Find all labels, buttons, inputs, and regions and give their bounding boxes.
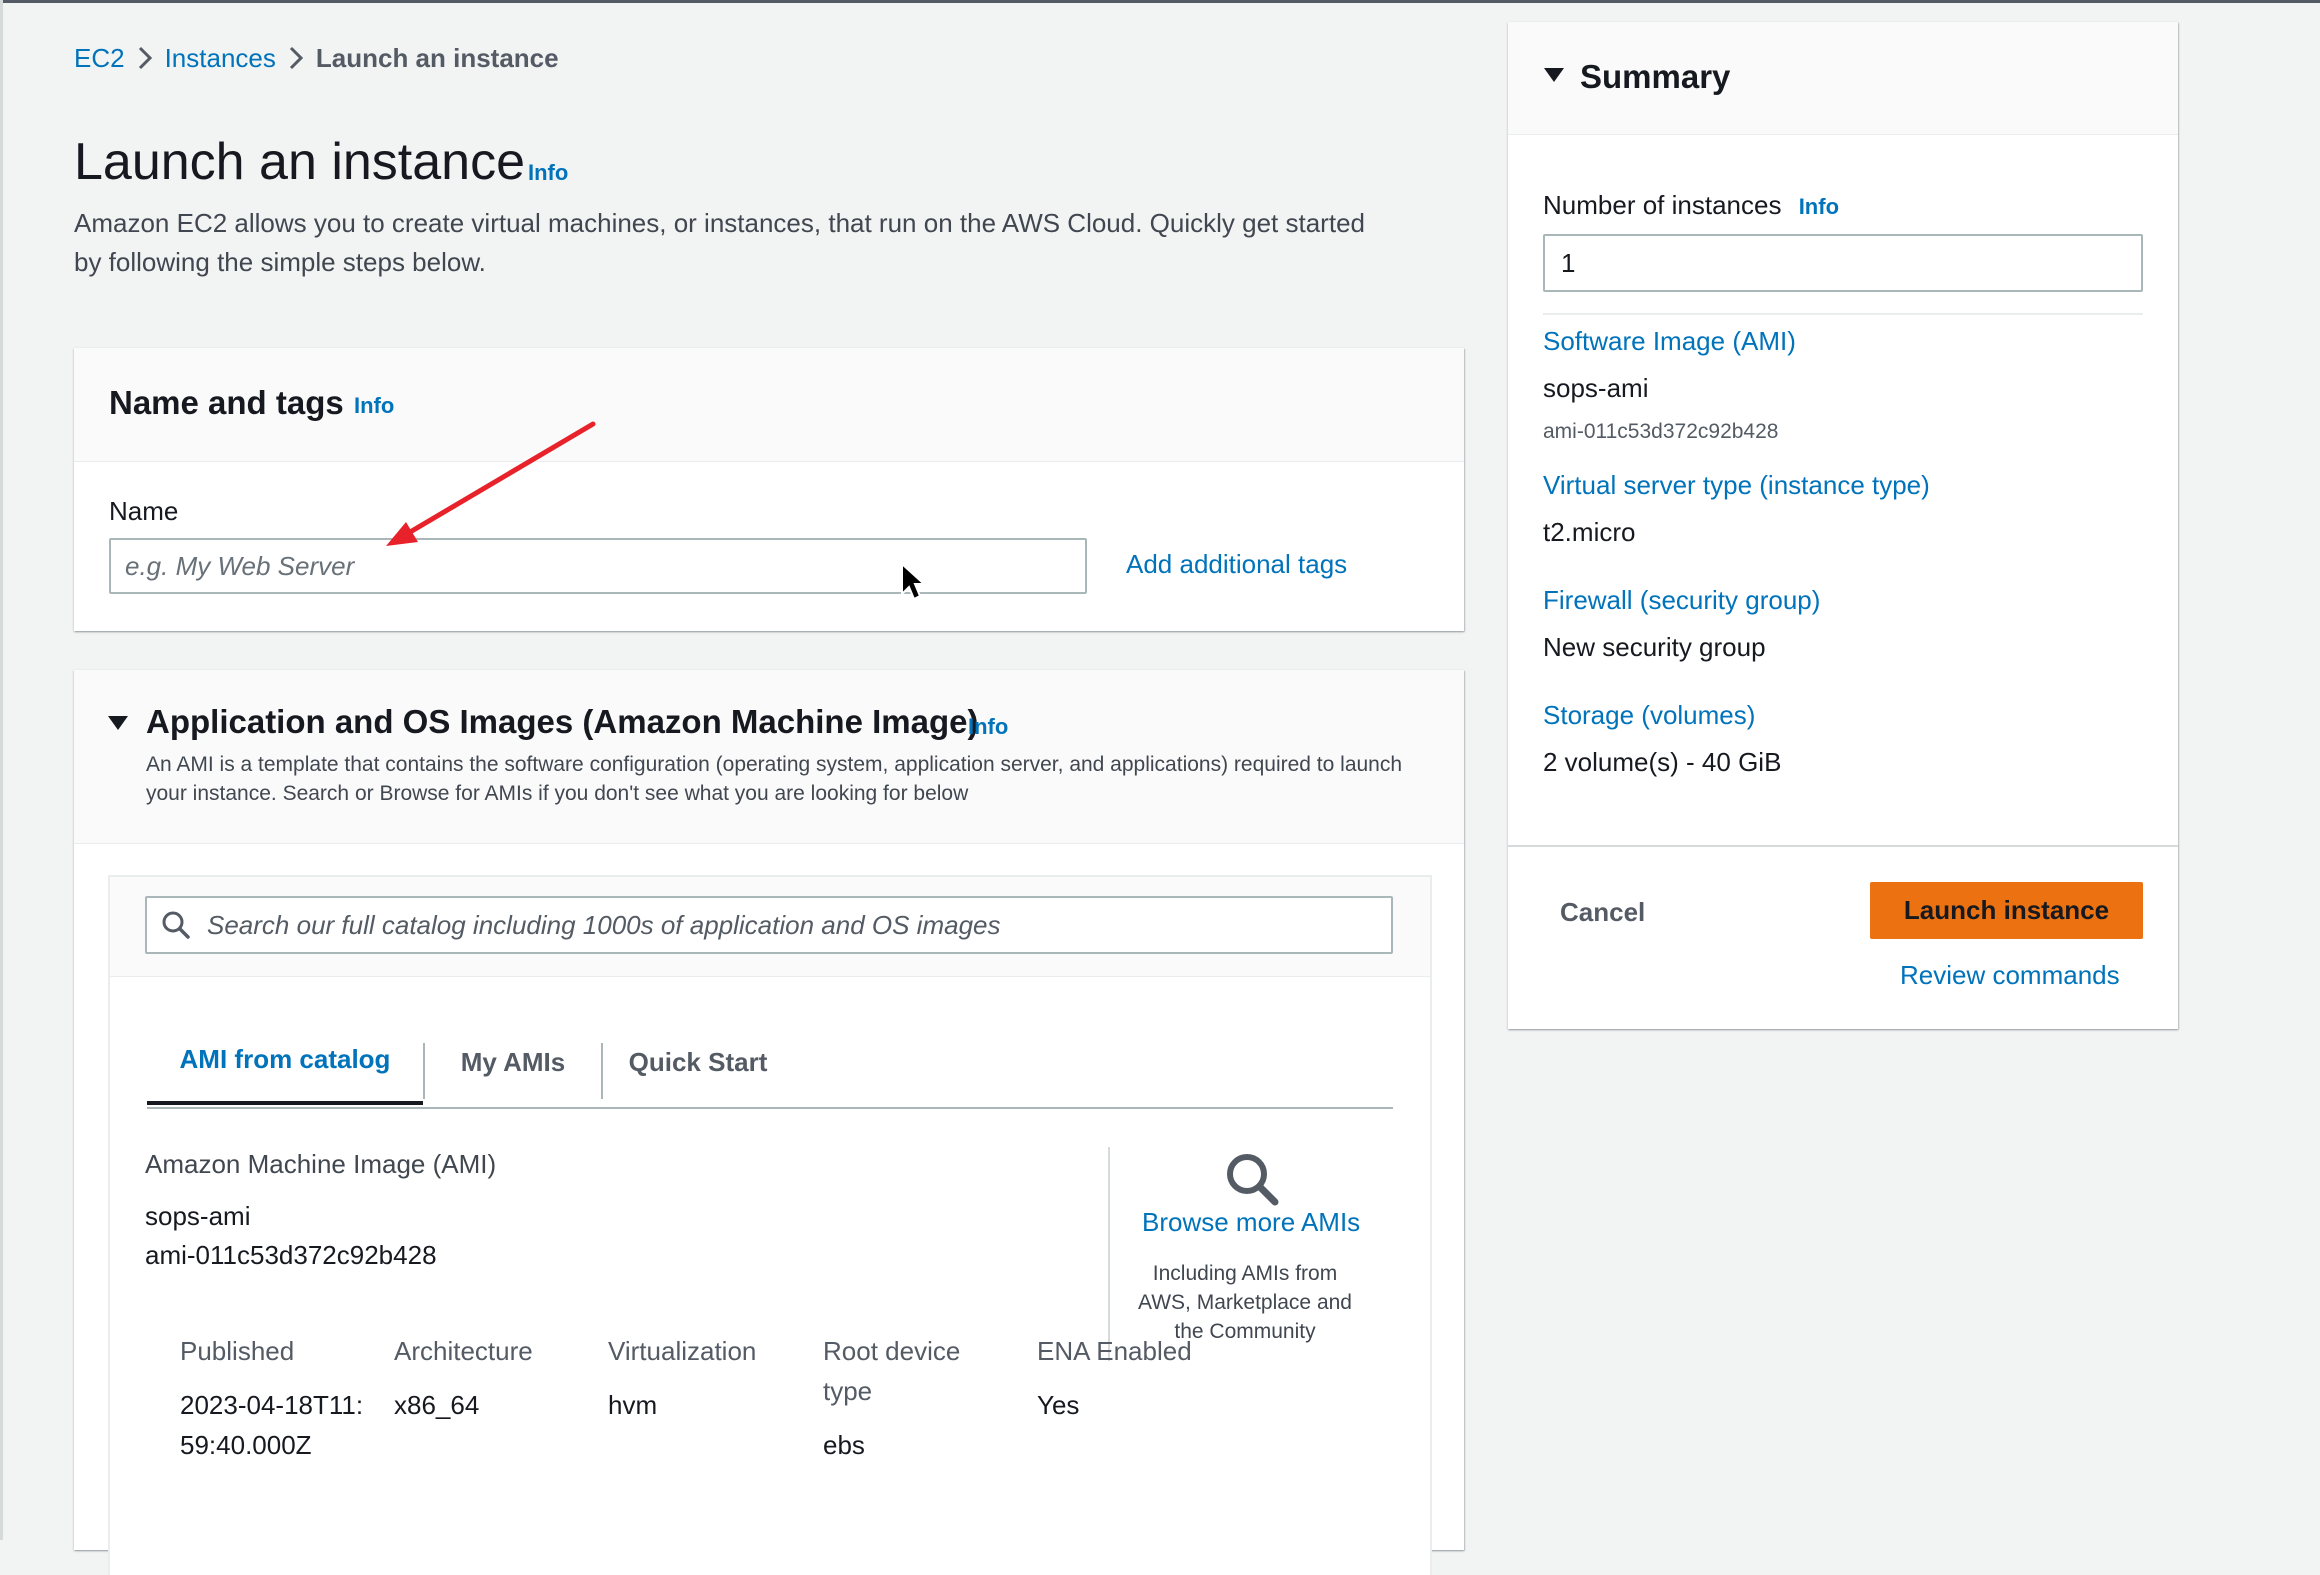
software-image-name: sops-ami	[1543, 373, 1649, 403]
number-of-instances-text: Number of instances	[1543, 190, 1782, 220]
detail-root-device-type: Root device type ebs	[823, 1331, 973, 1465]
detail-value: hvm	[608, 1390, 658, 1420]
cancel-button[interactable]: Cancel	[1560, 897, 1645, 928]
breadcrumb-current: Launch an instance	[315, 42, 559, 73]
detail-value: Yes	[1037, 1390, 1080, 1420]
summary-panel: Summary Number of instances Info Softwar…	[1508, 22, 2178, 1029]
storage-link[interactable]: Storage (volumes)	[1543, 700, 1755, 731]
name-and-tags-title: Name and tags	[109, 384, 344, 421]
ami-selector: AMI from catalog My AMIs Quick Start Ama…	[108, 875, 1432, 1575]
vertical-divider	[1108, 1147, 1110, 1361]
browse-more-amis-link[interactable]: Browse more AMIs	[1142, 1207, 1360, 1238]
firewall-link[interactable]: Firewall (security group)	[1543, 585, 1820, 616]
ami-description: An AMI is a template that contains the s…	[146, 753, 1403, 805]
breadcrumb-instances[interactable]: Instances	[165, 43, 276, 74]
top-border	[0, 0, 2320, 3]
caret-down-icon[interactable]	[1544, 68, 1564, 82]
number-of-instances-label: Number of instances Info	[1543, 190, 1839, 221]
caret-down-icon[interactable]	[108, 716, 128, 730]
ami-search-area	[110, 877, 1430, 977]
summary-header[interactable]: Summary	[1508, 22, 2178, 135]
number-of-instances-info-link[interactable]: Info	[1799, 194, 1839, 219]
name-label: Name	[109, 496, 179, 526]
search-icon	[161, 910, 191, 940]
summary-footer-divider	[1508, 845, 2178, 847]
number-of-instances-input[interactable]	[1543, 234, 2143, 292]
breadcrumb: EC2 Instances Launch an instance	[74, 42, 559, 74]
detail-published: Published 2023-04-18T11:59:40.000Z	[180, 1331, 370, 1465]
review-commands-link[interactable]: Review commands	[1900, 960, 2120, 991]
detail-value: 2023-04-18T11:59:40.000Z	[180, 1390, 364, 1460]
tab-my-amis[interactable]: My AMIs	[425, 1017, 601, 1107]
detail-header: ENA Enabled	[1037, 1336, 1192, 1366]
detail-header: Root device type	[823, 1336, 961, 1406]
tab-ami-from-catalog[interactable]: AMI from catalog	[147, 1017, 423, 1105]
detail-header: Architecture	[394, 1336, 533, 1366]
ami-info-link[interactable]: Info	[968, 714, 1008, 740]
ami-id: ami-011c53d372c92b428	[145, 1240, 437, 1270]
name-input[interactable]	[109, 538, 1087, 594]
detail-value: x86_64	[394, 1390, 480, 1420]
divider	[1543, 313, 2143, 315]
detail-virtualization: Virtualization hvm	[608, 1331, 808, 1425]
firewall-value: New security group	[1543, 632, 1766, 662]
software-image-link[interactable]: Software Image (AMI)	[1543, 326, 1796, 357]
ami-header: Application and OS Images (Amazon Machin…	[74, 670, 1464, 844]
chevron-right-icon	[125, 45, 165, 71]
detail-value: ebs	[823, 1430, 865, 1460]
chevron-right-icon	[276, 45, 316, 71]
ami-tabs: AMI from catalog My AMIs Quick Start	[147, 1017, 1393, 1109]
ami-search-box[interactable]	[145, 896, 1393, 954]
name-and-tags-header: Name and tags Info	[74, 348, 1464, 462]
launch-instance-button[interactable]: Launch instance	[1870, 882, 2143, 939]
add-additional-tags-link[interactable]: Add additional tags	[1126, 549, 1347, 580]
page-description: Amazon EC2 allows you to create virtual …	[74, 208, 1365, 277]
name-and-tags-panel: Name and tags Info Name Add additional t…	[74, 348, 1464, 631]
ami-title: Application and OS Images (Amazon Machin…	[146, 703, 979, 740]
ami-panel: Application and OS Images (Amazon Machin…	[74, 670, 1464, 1575]
ami-label: Amazon Machine Image (AMI)	[145, 1149, 497, 1179]
magnifier-icon	[1224, 1151, 1280, 1212]
left-border	[0, 0, 3, 1540]
detail-architecture: Architecture x86_64	[394, 1331, 594, 1425]
name-and-tags-info-link[interactable]: Info	[354, 393, 394, 419]
summary-title: Summary	[1580, 58, 1731, 95]
detail-header: Virtualization	[608, 1336, 757, 1366]
detail-header: Published	[180, 1336, 295, 1366]
breadcrumb-ec2[interactable]: EC2	[74, 43, 125, 74]
instance-type-value: t2.micro	[1543, 517, 1636, 547]
ami-search-input[interactable]	[205, 908, 1391, 942]
detail-ena-enabled: ENA Enabled Yes	[1037, 1331, 1237, 1425]
page-info-link[interactable]: Info	[528, 160, 568, 186]
ami-name: sops-ami	[145, 1201, 251, 1231]
storage-value: 2 volume(s) - 40 GiB	[1543, 747, 1782, 777]
tab-quick-start[interactable]: Quick Start	[603, 1017, 793, 1107]
instance-type-link[interactable]: Virtual server type (instance type)	[1543, 470, 1930, 501]
software-image-id: ami-011c53d372c92b428	[1543, 420, 1779, 443]
page-title: Launch an instance	[74, 133, 526, 191]
